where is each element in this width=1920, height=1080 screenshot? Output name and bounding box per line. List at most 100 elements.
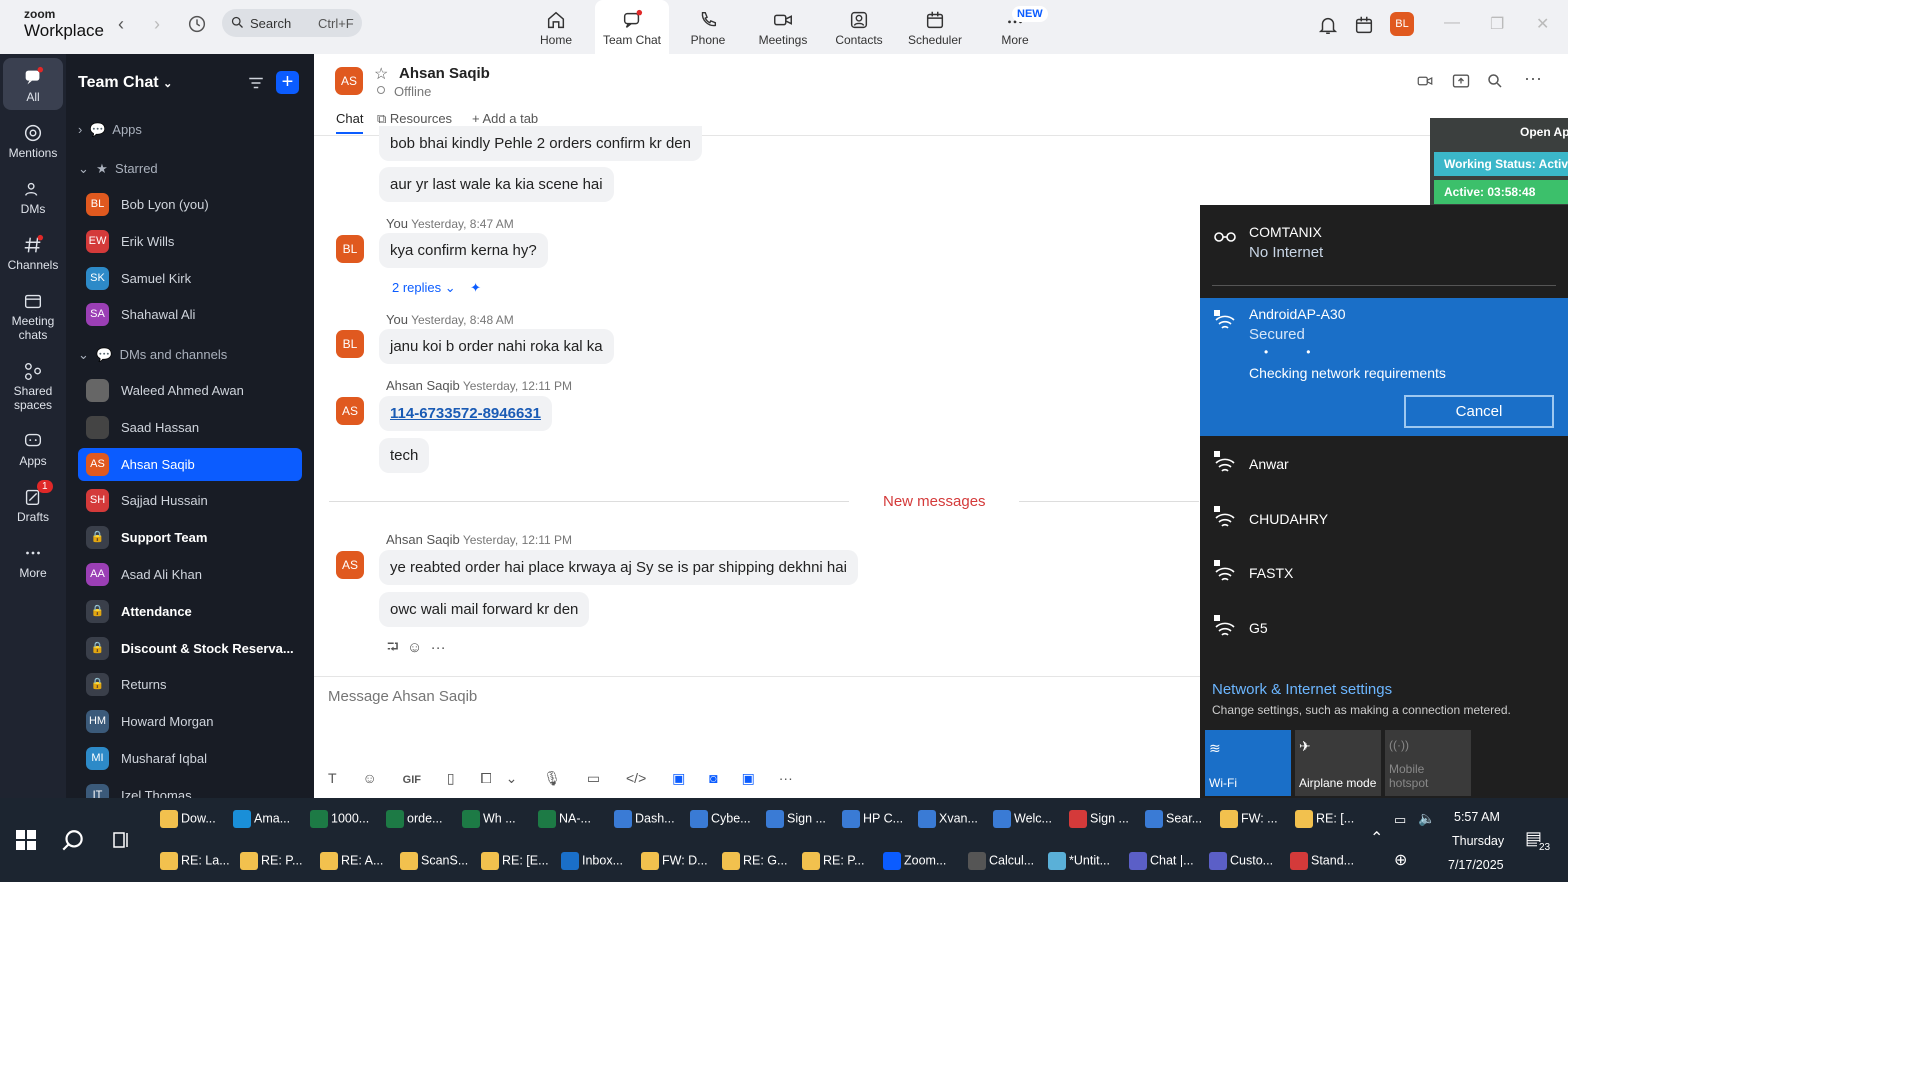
sidebar-section-starred[interactable]: ⌄ ★ Starred — [78, 161, 158, 177]
more-options-icon[interactable]: ··· — [779, 770, 793, 786]
tab-resources[interactable]: ⧉ Resources — [377, 111, 452, 127]
star-outline-icon[interactable]: ☆ — [374, 64, 388, 84]
forward-arrow-icon[interactable]: › — [154, 14, 160, 35]
rail-channels[interactable]: Channels — [3, 226, 63, 278]
calendar-top-icon[interactable] — [1353, 14, 1375, 36]
wifi-toggle[interactable]: ≋ Wi-Fi — [1205, 730, 1291, 796]
file-icon[interactable]: ▯ — [447, 770, 455, 786]
filter-icon[interactable] — [246, 74, 266, 92]
search-icon[interactable] — [60, 828, 86, 854]
sidebar-item-conversation[interactable]: HM Howard Morgan — [78, 705, 302, 738]
message-bubble[interactable]: kya confirm kerna hy? — [379, 233, 548, 268]
search-input[interactable]: Search Ctrl+F — [222, 9, 362, 37]
taskbar-app[interactable]: Inbox... — [561, 852, 623, 874]
nav-team-chat[interactable]: Team Chat — [595, 0, 669, 54]
taskbar-app[interactable]: RE: P... — [240, 852, 302, 874]
more-options-icon[interactable]: ··· — [431, 639, 446, 656]
close-icon[interactable]: ✕ — [1536, 14, 1549, 34]
sidebar-item-conversation[interactable]: 🔒 Returns — [78, 668, 302, 701]
message-bubble[interactable]: owc wali mail forward kr den — [379, 592, 590, 627]
ai-sparkle-icon[interactable]: ✦ — [470, 280, 481, 295]
order-number-link[interactable]: 114-6733572-8946631 — [379, 396, 552, 431]
taskbar-app[interactable]: Xvan... — [918, 810, 978, 832]
wifi-network-connecting[interactable]: AndroidAP-A30 Secured •• Checking networ… — [1200, 298, 1568, 436]
rail-mentions[interactable]: Mentions — [3, 114, 63, 166]
taskbar-app[interactable]: Custo... — [1209, 852, 1273, 874]
taskbar-app[interactable]: Chat |... — [1129, 852, 1194, 874]
tab-chat[interactable]: Chat — [336, 111, 364, 134]
mobile-hotspot-toggle[interactable]: ((·)) Mobile hotspot — [1385, 730, 1471, 796]
message-bubble[interactable]: janu koi b order nahi roka kal ka — [379, 329, 614, 364]
wifi-network-item[interactable]: CHUDAHRY — [1200, 492, 1568, 546]
sidebar-section-dms[interactable]: ⌄ 💬 DMs and channels — [78, 347, 227, 363]
reply-icon[interactable]: ⮒ — [387, 639, 399, 656]
sidebar-item-conversation[interactable]: MI Musharaf Iqbal — [78, 742, 302, 775]
taskbar-app[interactable]: Dash... — [614, 810, 675, 832]
sidebar-title[interactable]: Team Chat ⌄ — [78, 74, 172, 92]
clips-app-icon[interactable]: ▣ — [742, 770, 755, 786]
cancel-button[interactable]: Cancel — [1404, 395, 1554, 428]
text-format-icon[interactable]: T — [328, 770, 337, 786]
rail-drafts[interactable]: Drafts 1 — [3, 478, 63, 530]
chevron-down-icon[interactable]: ⌄ — [506, 770, 518, 786]
bell-icon[interactable] — [1317, 14, 1339, 36]
taskbar-app[interactable]: FW: ... — [1220, 810, 1278, 832]
rail-meeting-chats[interactable]: Meeting chats — [3, 282, 63, 346]
nav-scheduler[interactable]: Scheduler — [898, 0, 972, 54]
whiteboard-app-icon[interactable]: ◙ — [709, 770, 717, 786]
clock-time[interactable]: 5:57 AM — [1454, 810, 1500, 824]
airplane-mode-toggle[interactable]: ✈ Airplane mode — [1295, 730, 1381, 796]
rail-shared-spaces[interactable]: Shared spaces — [3, 352, 63, 416]
wifi-network-item[interactable]: FASTX — [1200, 546, 1568, 600]
task-view-icon[interactable] — [112, 830, 132, 850]
video-call-icon[interactable] — [1414, 72, 1436, 90]
taskbar-app[interactable]: RE: P... — [802, 852, 864, 874]
emoji-icon[interactable]: ☺ — [362, 770, 376, 786]
avatar[interactable]: BL — [1390, 12, 1414, 36]
volume-icon[interactable]: 🔈 — [1418, 810, 1435, 827]
avatar[interactable]: BL — [336, 235, 364, 263]
contact-avatar[interactable]: AS — [335, 67, 363, 95]
taskbar-app[interactable]: RE: G... — [722, 852, 787, 874]
taskbar-app[interactable]: orde... — [386, 810, 442, 832]
taskbar-app[interactable]: FW: D... — [641, 852, 708, 874]
minimize-icon[interactable]: — — [1444, 14, 1460, 32]
gif-icon[interactable]: GIF — [403, 774, 421, 786]
taskbar-app[interactable]: Sear... — [1145, 810, 1202, 832]
video-message-icon[interactable]: ▭ — [587, 770, 600, 786]
nav-contacts[interactable]: Contacts — [822, 0, 896, 54]
taskbar-app[interactable]: NA-... — [538, 810, 591, 832]
taskbar-app[interactable]: 1000... — [310, 810, 369, 832]
chevron-up-icon[interactable]: ⌃ — [1370, 828, 1383, 848]
sidebar-item-conversation[interactable]: Waleed Ahmed Awan — [78, 374, 302, 407]
taskbar-app[interactable]: HP C... — [842, 810, 903, 832]
message-bubble[interactable]: bob bhai kindly Pehle 2 orders confirm k… — [379, 126, 702, 161]
wifi-network-item[interactable]: Anwar — [1200, 437, 1568, 491]
notes-app-icon[interactable]: ▣ — [672, 770, 685, 786]
sidebar-item-starred[interactable]: EW Erik Wills — [78, 225, 302, 258]
network-settings-link[interactable]: Network & Internet settings — [1212, 681, 1392, 698]
contact-name[interactable]: Ahsan Saqib — [399, 65, 490, 82]
search-icon[interactable] — [1486, 72, 1504, 90]
avatar[interactable]: BL — [336, 330, 364, 358]
rail-apps[interactable]: Apps — [3, 422, 63, 474]
contact-avatar[interactable]: AS — [336, 551, 364, 579]
taskbar-app[interactable]: ScanS... — [400, 852, 468, 874]
share-screen-icon[interactable] — [1451, 71, 1471, 91]
sidebar-item-starred[interactable]: SA Shahawal Ali — [78, 298, 302, 331]
taskbar-app[interactable]: RE: La... — [160, 852, 230, 874]
sidebar-item-conversation[interactable]: Saad Hassan — [78, 411, 302, 444]
taskbar-app[interactable]: Stand... — [1290, 852, 1354, 874]
message-bubble[interactable]: aur yr last wale ka kia scene hai — [379, 167, 614, 202]
nav-phone[interactable]: Phone — [671, 0, 745, 54]
maximize-icon[interactable]: ❐ — [1490, 14, 1504, 34]
contact-avatar[interactable]: AS — [336, 397, 364, 425]
rail-more[interactable]: More — [3, 534, 63, 586]
emoji-reaction-icon[interactable]: ☺ — [407, 639, 422, 656]
history-icon[interactable] — [186, 13, 208, 35]
more-options-icon[interactable]: ··· — [1524, 68, 1542, 89]
taskbar-app[interactable]: RE: A... — [320, 852, 383, 874]
taskbar-app[interactable]: RE: [E... — [481, 852, 549, 874]
sidebar-item-starred[interactable]: BL Bob Lyon (you) — [78, 188, 302, 221]
windows-start-icon[interactable] — [16, 830, 36, 850]
